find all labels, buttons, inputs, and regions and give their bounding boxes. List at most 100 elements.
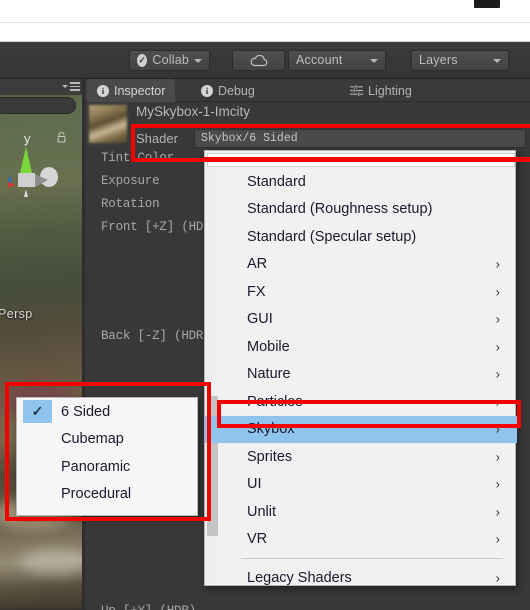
chrome-tab-nub [474, 0, 500, 8]
submenu-item-label: Panoramic [61, 458, 131, 475]
chevron-down-icon [370, 58, 378, 63]
prop-label-back-z: Back [-Z] (HDR) [101, 329, 211, 343]
material-name: MySkybox-1-Imcity [136, 104, 251, 119]
chevron-right-icon: › [495, 339, 500, 355]
menu-separator [241, 558, 503, 559]
menu-item-label: AR [247, 256, 268, 273]
chevron-down-icon [194, 58, 202, 63]
chevron-right-icon: › [495, 421, 500, 437]
chevron-right-icon: › [495, 476, 500, 492]
menu-item-mobile[interactable]: Mobile › [205, 333, 517, 361]
prop-label-front-z: Front [+Z] (HDR) [101, 220, 218, 234]
menu-item-unlit[interactable]: Unlit › [205, 498, 517, 526]
chevron-right-icon: › [495, 256, 500, 272]
prop-label-rotation: Rotation [101, 197, 160, 211]
account-label: Account [296, 53, 343, 67]
submenu-item-procedural[interactable]: Procedural [17, 481, 197, 509]
menu-item-sprites[interactable]: Sprites › [205, 443, 517, 471]
menu-item-label: Sprites [247, 448, 293, 465]
menu-item-label: Standard [247, 173, 306, 190]
menu-item-label: Legacy Shaders [247, 569, 352, 586]
shader-search-input[interactable] [207, 153, 515, 167]
info-icon: i [201, 84, 213, 97]
cloud-button[interactable] [232, 50, 285, 71]
prop-label-up-y: Up [+Y] (HDR) [101, 604, 196, 610]
menu-item-ar[interactable]: AR › [205, 251, 517, 279]
menu-item-label: Mobile [247, 338, 290, 355]
chevron-right-icon: › [495, 366, 500, 382]
menu-item-particles[interactable]: Particles › [205, 388, 517, 416]
inspector-tabbar: i Inspector i Debug Lighting [85, 79, 530, 102]
scene-orientation-gizmo[interactable]: y [8, 127, 68, 213]
scene-projection-label[interactable]: Persp [0, 307, 33, 321]
prop-label-tint-color: Tint Color [101, 151, 175, 165]
submenu-item-cubemap[interactable]: Cubemap [17, 426, 197, 454]
submenu-item-label: 6 Sided [61, 403, 111, 420]
svg-text:y: y [24, 131, 31, 146]
menu-item-label: GUI [247, 311, 273, 328]
chevron-right-icon: › [495, 504, 500, 520]
submenu-item-label: Procedural [61, 486, 132, 503]
tab-inspector-label: Inspector [114, 83, 166, 98]
menu-item-label: Unlit [247, 503, 277, 520]
prop-label-exposure: Exposure [101, 174, 160, 188]
chevron-right-icon: › [495, 394, 500, 410]
shader-menu-list: Standard Standard (Roughness setup) Stan… [205, 168, 517, 592]
menu-item-vr[interactable]: VR › [205, 526, 517, 554]
menu-item-label: Nature [247, 366, 291, 383]
skybox-submenu[interactable]: ✓ 6 Sided Cubemap Panoramic Procedural [16, 397, 198, 516]
collab-label: Collab [152, 53, 189, 67]
menu-item-label: FX [247, 283, 266, 300]
menu-item-legacy-shaders[interactable]: Legacy Shaders › [205, 564, 517, 592]
menu-item-label: VR [247, 531, 268, 548]
submenu-item-panoramic[interactable]: Panoramic [17, 453, 197, 481]
tab-inspector[interactable]: i Inspector [87, 79, 176, 102]
tab-debug[interactable]: i Debug [191, 79, 265, 102]
submenu-item-6-sided[interactable]: ✓ 6 Sided [17, 398, 197, 426]
check-circle-icon: ✓ [137, 54, 148, 67]
shader-field-label: Shader [136, 130, 178, 146]
menu-item-gui[interactable]: GUI › [205, 306, 517, 334]
menu-item-nature[interactable]: Nature › [205, 361, 517, 389]
shader-dropdown-menu[interactable]: Standard Standard (Roughness setup) Stan… [204, 150, 517, 586]
menu-item-standard[interactable]: Standard [205, 168, 517, 196]
chrome-divider [0, 22, 530, 23]
browser-chrome-strip [0, 0, 530, 42]
chevron-right-icon: › [495, 449, 500, 465]
shader-row: Shader Skybox/6 Sided [136, 128, 526, 148]
layers-button[interactable]: Layers [411, 50, 509, 71]
menu-item-label: Skybox [247, 421, 295, 438]
chevron-right-icon: › [495, 531, 500, 547]
menu-item-label: Standard (Roughness setup) [247, 201, 433, 218]
tab-lighting[interactable]: Lighting [340, 79, 422, 102]
unity-toolbar: ✓ Collab Account Layers [0, 42, 530, 79]
chevron-down-icon [493, 58, 501, 63]
menu-item-label: UI [247, 476, 262, 493]
scene-view-toolbar[interactable] [0, 97, 76, 114]
screenshot-root: ✓ Collab Account Layers y Persp i Inspec… [0, 0, 530, 610]
collab-button[interactable]: ✓ Collab [129, 50, 210, 71]
menu-item-standard-specular[interactable]: Standard (Specular setup) [205, 223, 517, 251]
chevron-right-icon: › [495, 570, 500, 586]
menu-item-standard-roughness[interactable]: Standard (Roughness setup) [205, 196, 517, 224]
menu-item-fx[interactable]: FX › [205, 278, 517, 306]
menu-item-label: Standard (Specular setup) [247, 228, 417, 245]
scene-tabbar [0, 79, 85, 95]
tab-lighting-label: Lighting [368, 83, 412, 98]
layers-label: Layers [419, 53, 458, 67]
checkmark-icon: ✓ [23, 400, 52, 423]
scene-view[interactable]: y Persp [0, 79, 85, 610]
lighting-settings-icon [350, 85, 363, 96]
tab-debug-label: Debug [218, 83, 255, 98]
shader-dropdown-field[interactable]: Skybox/6 Sided [194, 128, 526, 148]
menu-item-skybox[interactable]: Skybox › [205, 415, 517, 443]
material-preview-thumbnail[interactable] [89, 105, 127, 143]
account-button[interactable]: Account [288, 50, 386, 71]
cloud-icon [250, 54, 268, 67]
menu-item-ui[interactable]: UI › [205, 471, 517, 499]
chevron-right-icon: › [495, 311, 500, 327]
info-icon: i [97, 84, 109, 97]
menu-item-label: Particles [247, 393, 303, 410]
chevron-right-icon: › [495, 284, 500, 300]
panel-menu-icon[interactable] [62, 82, 80, 91]
